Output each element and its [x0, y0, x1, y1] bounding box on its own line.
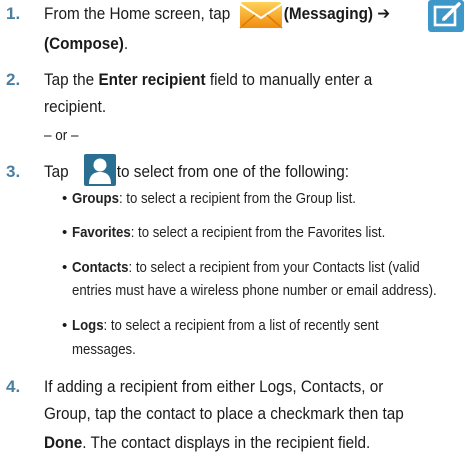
list-item-groups: • — [62, 190, 67, 208]
logs-term: Logs — [72, 317, 104, 334]
or-separator: – or – — [44, 127, 79, 144]
done-term: Done — [44, 433, 83, 452]
list-item-logs-text: Logs: to select a recipient from a list … — [72, 317, 379, 335]
step-1-line-2: (Compose). — [44, 34, 128, 54]
text: : to select a recipient from the Group l… — [118, 190, 356, 207]
period: . — [123, 34, 129, 53]
step-2-line-2: recipient. — [44, 97, 107, 116]
step-4-line-3: Done. The contact displays in the recipi… — [44, 433, 370, 453]
step-4-line-2: Group, tap the contact to place a checkm… — [44, 404, 404, 423]
compose-icon — [426, 0, 466, 39]
messaging-icon — [238, 0, 284, 35]
bullet: • — [62, 317, 68, 334]
enter-recipient-label: Enter recipient — [98, 70, 206, 89]
step-3-number: 3. — [6, 162, 21, 181]
text: to select from one of the following: — [116, 162, 349, 181]
favorites-term: Favorites — [72, 224, 131, 241]
text: : to select a recipient from your Contac… — [128, 259, 420, 276]
text: : to select a recipient from the Favorit… — [130, 224, 386, 241]
list-item-favorites-text: Favorites: to select a recipient from th… — [72, 224, 385, 242]
list-item-groups-text: Groups: to select a recipient from the G… — [72, 190, 356, 208]
messaging-label: (Messaging) — [283, 4, 374, 23]
bullet: • — [62, 259, 68, 276]
text: Tap — [44, 162, 69, 181]
list-item-logs: • — [62, 317, 67, 335]
list-item-contacts-text: Contacts: to select a recipient from you… — [72, 259, 420, 277]
text: . The contact displays in the recipient … — [82, 433, 371, 452]
text: field to manually enter a — [209, 70, 373, 89]
list-item-favorites: • — [62, 224, 67, 242]
bullet: • — [62, 190, 68, 207]
list-item-contacts-text-2: entries must have a wireless phone numbe… — [72, 282, 437, 299]
list-item-logs-text-2: messages. — [72, 341, 136, 358]
step-2-line-1: Tap the Enter recipient field to manuall… — [44, 70, 372, 90]
contacts-term: Contacts — [72, 259, 129, 276]
groups-term: Groups — [72, 190, 119, 207]
text: : to select a recipient from a list of r… — [103, 317, 379, 334]
step-1-text: From the Home screen, tap — [44, 4, 231, 23]
arrow-glyph: ➔ — [377, 4, 391, 23]
step-1-number: 1. — [6, 4, 21, 23]
step-4-line-1: If adding a recipient from either Logs, … — [44, 377, 384, 396]
list-item-contacts: • — [62, 259, 67, 277]
step-1-line-1: From the Home screen, tap (Messaging) ➔ — [44, 4, 390, 24]
compose-label: (Compose) — [44, 34, 124, 53]
bullet: • — [62, 224, 68, 241]
contact-icon — [84, 154, 116, 191]
text: Tap the — [44, 70, 95, 89]
step-4-number: 4. — [6, 377, 21, 396]
step-2-number: 2. — [6, 70, 21, 89]
